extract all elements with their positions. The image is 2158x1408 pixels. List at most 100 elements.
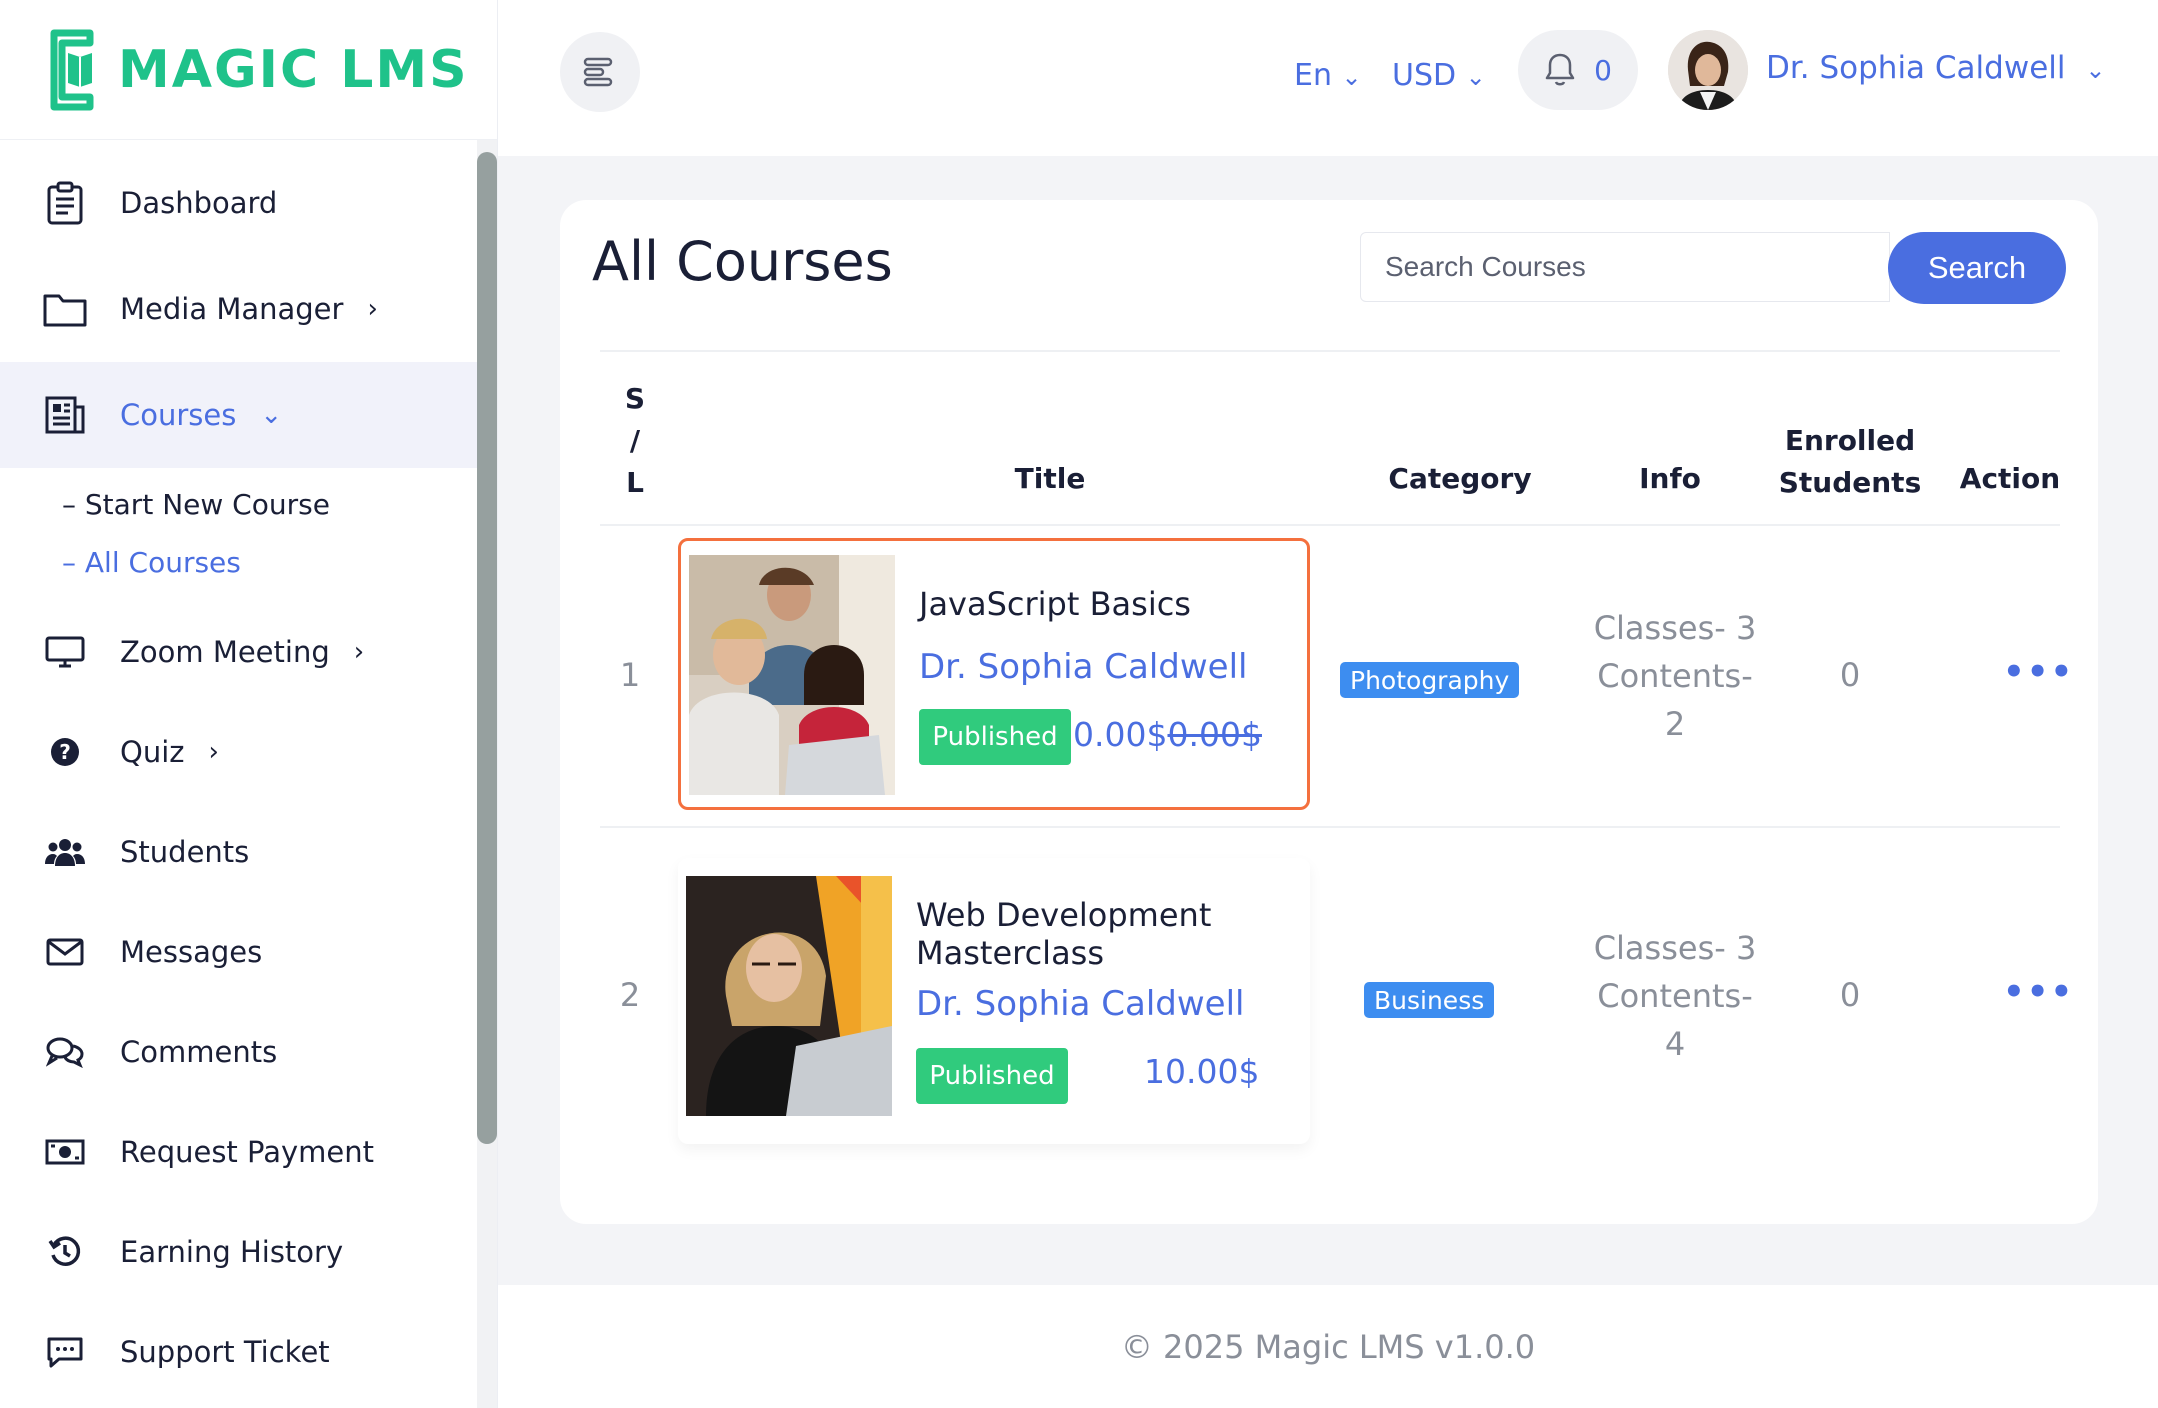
sidebar-item-label: Support Ticket <box>120 1335 330 1369</box>
language-selector[interactable]: En ⌄ <box>1294 58 1362 93</box>
divider <box>600 524 2060 526</box>
sidebar-item-label: Request Payment <box>120 1135 374 1169</box>
course-item[interactable]: Web Development Masterclass Dr. Sophia C… <box>678 858 1310 1144</box>
search-button[interactable]: Search <box>1888 232 2066 304</box>
info-line: Contents- <box>1597 657 1753 695</box>
logo-book-icon <box>50 29 94 110</box>
sidebar-item-support-ticket[interactable]: Support Ticket <box>0 1302 477 1402</box>
history-icon <box>40 1227 90 1277</box>
monitor-icon <box>40 627 90 677</box>
course-title[interactable]: JavaScript Basics <box>919 585 1279 623</box>
chevron-right-icon: › <box>367 294 378 324</box>
info-line: Classes- 3 <box>1593 609 1757 647</box>
sl-header-line: S <box>624 382 646 415</box>
category-badge: Business <box>1364 982 1495 1018</box>
footer: © 2025 Magic LMS v1.0.0 <box>498 1285 2158 1408</box>
brand-name: MAGIC LMS <box>118 39 469 100</box>
menu-toggle-button[interactable] <box>560 32 640 112</box>
question-circle-icon: ? <box>40 727 90 777</box>
sidebar-item-quiz[interactable]: ? Quiz › <box>0 702 477 802</box>
sidebar-item-media-manager[interactable]: Media Manager › <box>0 256 477 362</box>
info-line: Classes- 3 <box>1593 929 1757 967</box>
language-value: En <box>1294 58 1332 93</box>
sidebar-item-label: Zoom Meeting <box>120 635 330 669</box>
chevron-right-icon: › <box>353 637 365 667</box>
course-title[interactable]: Web Development Masterclass <box>916 896 1276 972</box>
course-thumbnail <box>686 876 892 1116</box>
course-author[interactable]: Dr. Sophia Caldwell <box>919 647 1247 687</box>
sidebar-item-label: Quiz <box>120 735 185 769</box>
category-badge: Photography <box>1340 662 1520 698</box>
copyright-text: © 2025 Magic LMS v1.0.0 <box>1120 1327 1536 1366</box>
notification-count: 0 <box>1594 53 1612 87</box>
more-actions-button[interactable]: ••• <box>2003 972 2074 1012</box>
sidebar-item-earning-history[interactable]: Earning History <box>0 1202 477 1302</box>
sidebar-item-label: Comments <box>120 1035 278 1069</box>
sidebar-item-zoom-meeting[interactable]: Zoom Meeting › <box>0 602 477 702</box>
align-left-icon <box>583 57 613 87</box>
column-header-sl[interactable]: S / L <box>620 378 650 504</box>
column-header-info[interactable]: Info <box>1590 462 1750 495</box>
courses-submenu: – Start New Course – All Courses <box>0 468 477 602</box>
avatar[interactable] <box>1668 30 1748 110</box>
sidebar-item-dashboard[interactable]: Dashboard <box>0 150 477 256</box>
row-sl: 1 <box>619 656 641 694</box>
chat-dots-icon <box>40 1327 90 1377</box>
info-line: 2 <box>1664 705 1686 743</box>
enrolled-count: 0 <box>1839 976 1861 1014</box>
chevron-down-icon: ⌄ <box>1341 63 1362 91</box>
chevron-down-icon: ⌄ <box>1465 63 1486 91</box>
sl-header-line: L <box>626 466 644 499</box>
svg-text:?: ? <box>59 740 71 764</box>
enrolled-header-line: Enrolled <box>1784 424 1916 457</box>
price-old: 0.00$ <box>1167 715 1262 754</box>
course-thumbnail <box>689 555 895 795</box>
course-item[interactable]: JavaScript Basics Dr. Sophia Caldwell Pu… <box>678 538 1310 810</box>
logo[interactable]: MAGIC LMS <box>0 0 497 140</box>
column-header-enrolled[interactable]: Enrolled Students <box>1750 420 1950 504</box>
row-sl: 2 <box>619 976 641 1014</box>
column-header-category[interactable]: Category <box>1350 462 1570 495</box>
submenu-start-new-course[interactable]: – Start New Course <box>62 476 477 534</box>
course-price: 0.00$0.00$ <box>1073 715 1262 754</box>
course-author[interactable]: Dr. Sophia Caldwell <box>916 984 1244 1024</box>
currency-value: USD <box>1392 58 1457 93</box>
sidebar-item-label: Courses <box>120 398 237 432</box>
sidebar-item-comments[interactable]: Comments <box>0 1002 477 1102</box>
more-actions-button[interactable]: ••• <box>2003 652 2074 692</box>
info-line: 4 <box>1664 1025 1686 1063</box>
sidebar-nav: Dashboard Media Manager › Courses ⌄ – St… <box>0 150 477 1402</box>
scrollbar-thumb[interactable] <box>477 152 497 1144</box>
newspaper-icon <box>40 390 90 440</box>
price-current: 0.00$ <box>1073 715 1168 754</box>
users-icon <box>40 827 90 877</box>
search-input[interactable] <box>1360 232 1890 302</box>
courses-card: All Courses Search S / L Title Category … <box>560 200 2098 1224</box>
price-current: 10.00$ <box>1144 1052 1260 1091</box>
course-price: 10.00$ <box>1144 1052 1259 1091</box>
user-menu[interactable]: Dr. Sophia Caldwell ⌄ <box>1766 50 2105 86</box>
submenu-all-courses[interactable]: – All Courses <box>62 534 477 592</box>
chevron-down-icon: ⌄ <box>260 400 283 430</box>
course-info: Classes- 3 Contents- 4 <box>1560 924 1790 1068</box>
chevron-down-icon: ⌄ <box>2085 56 2106 84</box>
currency-selector[interactable]: USD ⌄ <box>1392 58 1486 93</box>
sl-header-line: / <box>629 424 641 457</box>
sidebar-item-courses[interactable]: Courses ⌄ <box>0 362 477 468</box>
sidebar: MAGIC LMS Dashboard Media Manager › Cour… <box>0 0 498 1408</box>
bell-icon <box>1545 53 1575 86</box>
user-name: Dr. Sophia Caldwell <box>1766 50 2066 86</box>
sidebar-item-students[interactable]: Students <box>0 802 477 902</box>
sidebar-item-label: Dashboard <box>120 186 278 220</box>
column-header-title[interactable]: Title <box>920 462 1180 495</box>
column-header-action[interactable]: Action <box>1930 462 2090 495</box>
notifications-button[interactable]: 0 <box>1518 30 1638 110</box>
info-line: Contents- <box>1597 977 1753 1015</box>
sidebar-item-request-payment[interactable]: Request Payment <box>0 1102 477 1202</box>
topbar: En ⌄ USD ⌄ 0 Dr. Sophia Caldwell ⌄ <box>498 0 2158 156</box>
clipboard-icon <box>40 178 90 228</box>
sidebar-item-messages[interactable]: Messages <box>0 902 477 1002</box>
money-bill-icon <box>40 1127 90 1177</box>
divider <box>600 350 2060 352</box>
enrolled-header-line: Students <box>1778 466 1922 499</box>
